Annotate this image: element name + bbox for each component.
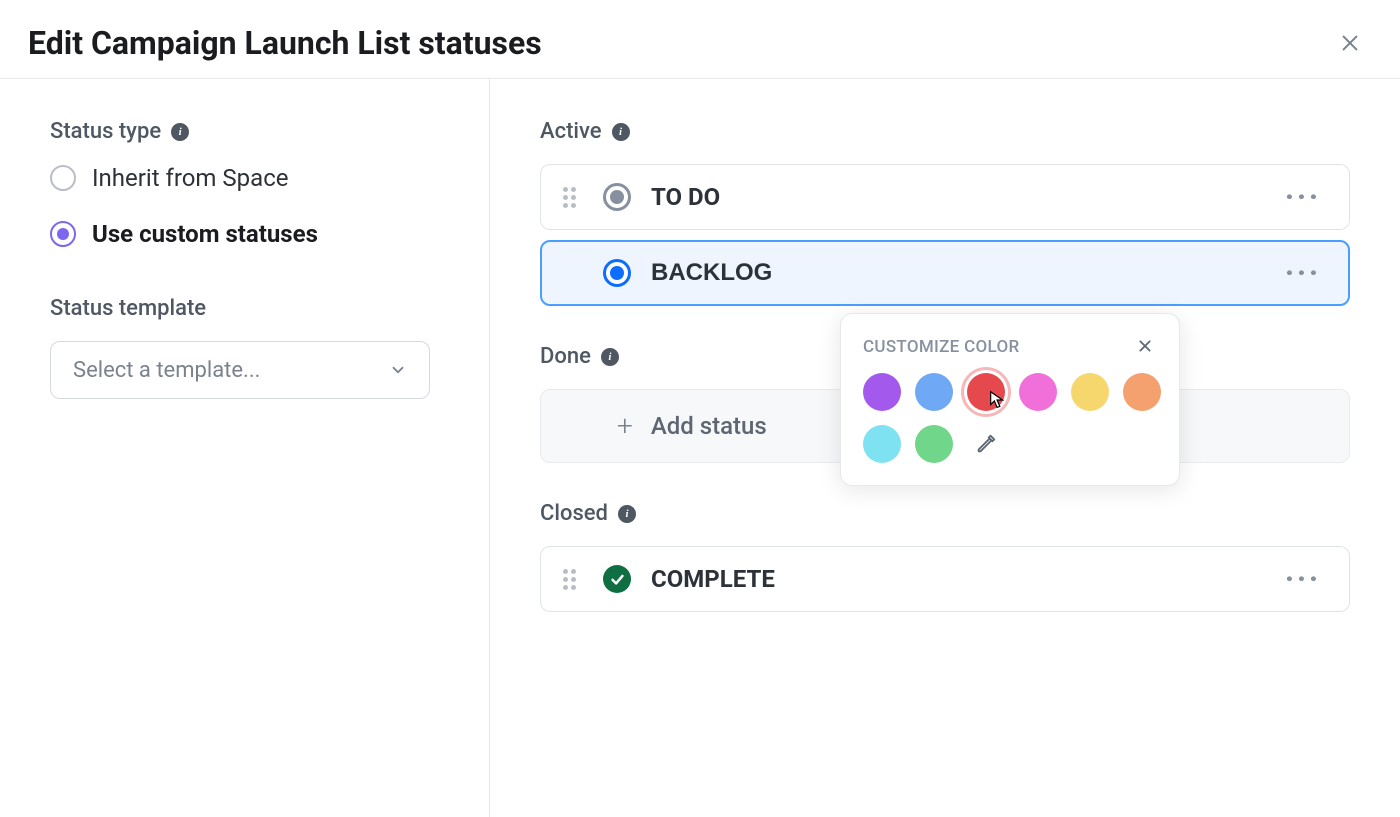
color-swatch-orange[interactable] bbox=[1123, 373, 1161, 411]
status-color-indicator[interactable] bbox=[603, 183, 631, 211]
modal-title: Edit Campaign Launch List statuses bbox=[28, 24, 542, 62]
active-group-label: Active bbox=[540, 119, 602, 144]
dropdown-placeholder: Select a template... bbox=[73, 358, 260, 383]
close-icon bbox=[1339, 32, 1361, 54]
info-icon[interactable]: i bbox=[171, 123, 189, 141]
status-color-indicator[interactable] bbox=[603, 565, 631, 593]
color-swatch-yellow[interactable] bbox=[1071, 373, 1109, 411]
radio-indicator-selected bbox=[50, 221, 76, 247]
customize-color-popover: CUSTOMIZE COLOR bbox=[840, 313, 1180, 486]
radio-label: Inherit from Space bbox=[92, 164, 289, 192]
radio-use-custom-statuses[interactable]: Use custom statuses bbox=[50, 220, 439, 248]
closed-group-label: Closed bbox=[540, 501, 608, 526]
swatch-row-1 bbox=[863, 373, 1157, 411]
edit-statuses-modal: Edit Campaign Launch List statuses Statu… bbox=[0, 0, 1400, 817]
add-status-label: Add status bbox=[651, 412, 767, 440]
color-swatch-green[interactable] bbox=[915, 425, 953, 463]
info-icon[interactable]: i bbox=[618, 505, 636, 523]
done-group-label: Done bbox=[540, 344, 591, 369]
color-swatch-red-selected[interactable] bbox=[967, 373, 1005, 411]
status-template-dropdown[interactable]: Select a template... bbox=[50, 341, 430, 399]
chevron-down-icon bbox=[389, 361, 407, 379]
radio-indicator bbox=[50, 165, 76, 191]
info-icon[interactable]: i bbox=[601, 348, 619, 366]
status-type-label: Status type bbox=[50, 119, 161, 144]
check-icon bbox=[609, 571, 626, 588]
right-panel: Active i TO DO ··· ··· Done i bbox=[490, 79, 1400, 817]
status-name-input[interactable] bbox=[651, 259, 1259, 287]
status-more-button[interactable]: ··· bbox=[1279, 268, 1327, 278]
color-swatch-blue[interactable] bbox=[915, 373, 953, 411]
status-name: COMPLETE bbox=[651, 565, 1259, 593]
active-group-heading: Active i bbox=[540, 119, 1350, 144]
cursor-icon bbox=[987, 389, 1009, 411]
status-type-radio-group: Inherit from Space Use custom statuses bbox=[50, 164, 439, 248]
status-type-heading: Status type i bbox=[50, 119, 439, 144]
status-color-indicator[interactable] bbox=[603, 259, 631, 287]
status-row-complete[interactable]: COMPLETE ··· bbox=[540, 546, 1350, 612]
info-icon[interactable]: i bbox=[612, 123, 630, 141]
close-icon bbox=[1137, 338, 1153, 354]
drag-handle-icon[interactable] bbox=[563, 569, 583, 589]
status-row-todo[interactable]: TO DO ··· bbox=[540, 164, 1350, 230]
status-more-button[interactable]: ··· bbox=[1279, 574, 1327, 584]
close-button[interactable] bbox=[1332, 25, 1368, 61]
popover-title: CUSTOMIZE COLOR bbox=[863, 337, 1019, 357]
plus-icon: + bbox=[617, 416, 633, 436]
drag-handle-icon[interactable] bbox=[563, 187, 583, 207]
color-swatch-cyan[interactable] bbox=[863, 425, 901, 463]
status-row-backlog-editing[interactable]: ··· bbox=[540, 240, 1350, 306]
eyedropper-icon bbox=[975, 433, 997, 455]
status-more-button[interactable]: ··· bbox=[1279, 192, 1327, 202]
swatch-row-2 bbox=[863, 425, 1157, 463]
closed-group-heading: Closed i bbox=[540, 501, 1350, 526]
left-panel: Status type i Inherit from Space Use cus… bbox=[0, 79, 490, 817]
popover-header: CUSTOMIZE COLOR bbox=[863, 334, 1157, 359]
radio-label: Use custom statuses bbox=[92, 220, 318, 248]
color-swatch-pink[interactable] bbox=[1019, 373, 1057, 411]
status-template-label: Status template bbox=[50, 296, 206, 321]
eyedropper-button[interactable] bbox=[967, 425, 1005, 463]
status-name: TO DO bbox=[651, 183, 1259, 211]
color-swatch-purple[interactable] bbox=[863, 373, 901, 411]
radio-inherit-from-space[interactable]: Inherit from Space bbox=[50, 164, 439, 192]
modal-body: Status type i Inherit from Space Use cus… bbox=[0, 79, 1400, 817]
status-template-heading: Status template bbox=[50, 296, 439, 321]
modal-header: Edit Campaign Launch List statuses bbox=[0, 0, 1400, 79]
popover-close-button[interactable] bbox=[1133, 334, 1157, 359]
